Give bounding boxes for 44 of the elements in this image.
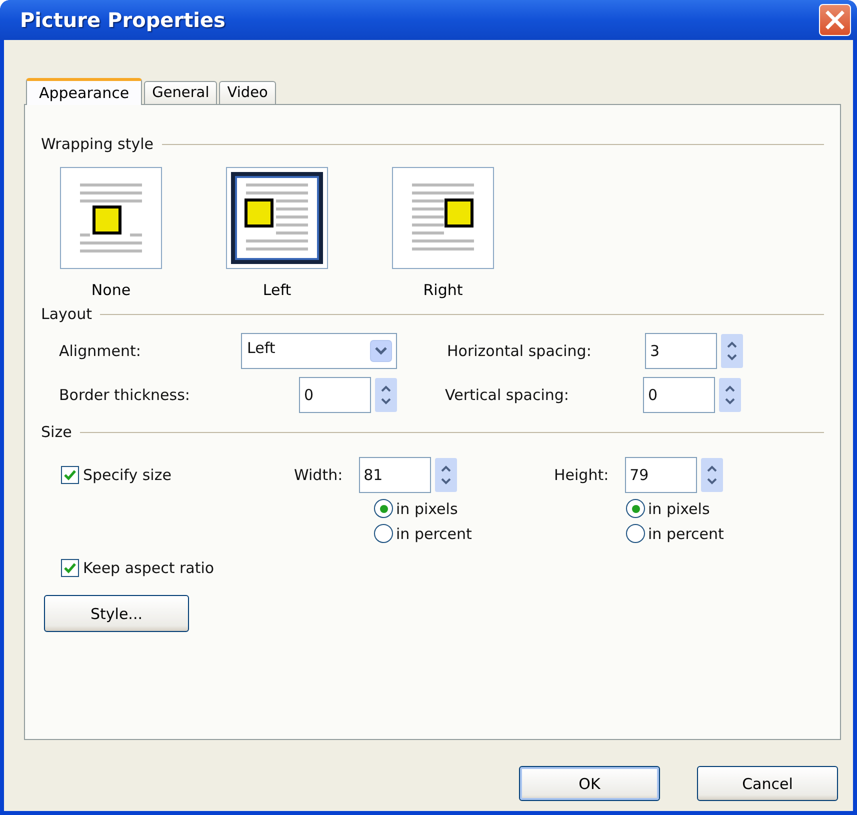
radio-button[interactable] [374,524,393,543]
field-label: Width: [294,466,343,484]
close-icon [825,10,845,30]
wrapping-option[interactable]: None [60,167,162,299]
tab[interactable]: General [144,81,218,104]
window-title: Picture Properties [20,8,226,32]
input-field[interactable]: 79 [624,457,697,493]
spin-button[interactable] [700,458,723,492]
radio-button[interactable] [626,524,645,543]
field-label: Horizontal spacing: [447,342,592,360]
input-field[interactable]: 0 [643,377,715,413]
close-button[interactable] [819,4,851,36]
wrapping-option[interactable]: Left [226,167,328,299]
field-label: Alignment: [59,342,142,360]
input-field[interactable]: 0 [299,377,371,413]
spin-button[interactable] [375,378,397,412]
radio-button[interactable] [374,499,393,518]
tab[interactable]: Video [219,81,276,104]
tab[interactable]: Appearance [26,78,142,105]
checkbox[interactable] [61,466,79,484]
radio-label: in percent [648,524,724,542]
field-label: Height: [554,466,609,484]
radio-label: in percent [396,524,472,542]
field-label: Border thickness: [59,386,191,404]
field-label: Vertical spacing: [445,386,570,404]
checkbox-label: Specify size [83,466,172,484]
wrapping-option[interactable]: Right [392,167,494,299]
spin-button[interactable] [719,378,741,412]
spin-button[interactable] [434,458,457,492]
cancel-button[interactable]: Cancel [697,766,838,801]
radio-label: in pixels [648,500,710,518]
radio-button[interactable] [626,499,645,518]
alignment-dropdown[interactable]: Left [241,333,397,369]
spin-button[interactable] [721,334,743,368]
checkbox-label: Keep aspect ratio [83,559,214,577]
group-heading: Wrapping style [41,135,154,153]
ok-button[interactable]: OK [519,766,660,801]
group-heading: Layout [41,305,92,323]
input-field[interactable]: 3 [645,333,717,369]
group-heading: Size [41,423,72,441]
style-button[interactable]: Style... [44,595,189,632]
checkbox[interactable] [61,559,79,577]
input-field[interactable]: 81 [358,457,431,493]
radio-label: in pixels [396,500,458,518]
